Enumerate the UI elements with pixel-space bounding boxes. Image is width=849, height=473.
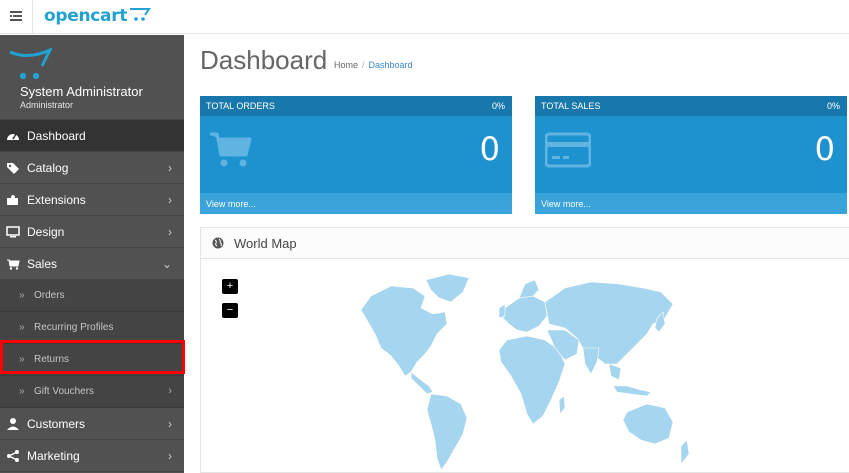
- zoom-out-button[interactable]: −: [222, 303, 238, 318]
- sidebar-item-label: Sales: [27, 257, 58, 271]
- user-icon: [7, 418, 19, 430]
- map-region-southeast-asia: [608, 363, 622, 381]
- tile-title: TOTAL SALES: [541, 101, 601, 111]
- chevron-right-icon: ›: [168, 417, 172, 431]
- sidebar-item-design[interactable]: Design ›: [0, 216, 184, 248]
- globe-icon: [212, 237, 224, 249]
- profile-role: Administrator: [20, 100, 74, 110]
- credit-card-icon: [545, 132, 591, 168]
- panel-heading: World Map: [201, 228, 849, 259]
- opencart-logo[interactable]: opencart: [44, 4, 152, 28]
- breadcrumb-home-link[interactable]: Home: [334, 60, 358, 70]
- sidebar-item-extensions[interactable]: Extensions ›: [0, 184, 184, 216]
- chevron-right-icon: ›: [168, 161, 172, 175]
- sidebar-subitem-gift-vouchers[interactable]: » Gift Vouchers ›: [0, 376, 184, 408]
- map-region-uk: [498, 303, 506, 319]
- sidebar-subitem-label: Orders: [34, 290, 65, 301]
- sidebar-item-label: Customers: [27, 417, 86, 431]
- tags-icon: [7, 163, 19, 174]
- tile-percent: 0%: [826, 101, 840, 111]
- sidebar-subitem-label: Recurring Profiles: [34, 322, 114, 333]
- sidebar-item-dashboard[interactable]: Dashboard: [0, 120, 184, 152]
- double-angle-right-icon: »: [19, 290, 25, 301]
- sidebar-item-marketing[interactable]: Marketing ›: [0, 440, 184, 472]
- map-region-africa: [498, 335, 566, 425]
- map-region-south-america: [426, 393, 468, 471]
- sidebar-item-label: Extensions: [27, 193, 86, 207]
- double-angle-right-icon: »: [19, 386, 25, 397]
- chevron-right-icon: ›: [168, 385, 172, 397]
- profile-name[interactable]: System Administrator: [20, 84, 143, 99]
- tile-footer: View more...: [200, 193, 512, 214]
- double-angle-right-icon: »: [19, 322, 25, 333]
- map-region-india: [582, 347, 600, 375]
- menu-icon: [10, 11, 22, 21]
- dashboard-icon: [7, 133, 19, 140]
- cart-logo-icon: [130, 8, 152, 21]
- sidebar-item-label: Design: [27, 225, 65, 239]
- tile-value: 0: [479, 130, 500, 168]
- view-more-link[interactable]: View more...: [541, 199, 591, 209]
- map-region-north-america: [360, 285, 448, 377]
- puzzle-icon: [7, 195, 18, 205]
- tile-value: 0: [814, 130, 835, 168]
- sidebar-item-customers[interactable]: Customers ›: [0, 408, 184, 440]
- desktop-icon: [6, 226, 20, 238]
- sidebar-item-catalog[interactable]: Catalog ›: [0, 152, 184, 184]
- breadcrumb: Home / Dashboard: [334, 60, 413, 70]
- shopping-cart-icon: [210, 132, 252, 167]
- chevron-right-icon: ›: [168, 449, 172, 463]
- breadcrumb-separator: /: [362, 60, 365, 70]
- zoom-in-button[interactable]: +: [222, 279, 238, 294]
- tile-title: TOTAL ORDERS: [206, 101, 275, 111]
- share-icon: [7, 450, 19, 462]
- view-more-link[interactable]: View more...: [206, 199, 256, 209]
- menu-toggle-button[interactable]: [0, 0, 33, 34]
- logo-text: opencart: [44, 6, 128, 26]
- user-profile: System Administrator Administrator: [0, 35, 184, 120]
- panel-title: World Map: [234, 236, 297, 251]
- map-region-new-zealand: [680, 439, 690, 465]
- sidebar-item-label: Catalog: [27, 161, 69, 175]
- chevron-right-icon: ›: [168, 225, 172, 239]
- sidebar-item-sales[interactable]: Sales ⌄: [0, 248, 184, 280]
- map-region-australia: [622, 403, 674, 445]
- sidebar-subitem-recurring-profiles[interactable]: » Recurring Profiles: [0, 312, 184, 344]
- map-region-scandinavia: [518, 279, 540, 299]
- chevron-right-icon: ›: [168, 193, 172, 207]
- opencart-cart-icon: [9, 47, 52, 80]
- sidebar: System Administrator Administrator Dashb…: [0, 35, 184, 473]
- sidebar-subitem-orders[interactable]: » Orders: [0, 280, 184, 312]
- sidebar-subitem-label: Gift Vouchers: [34, 386, 95, 397]
- tile-header: TOTAL ORDERS 0%: [200, 96, 512, 116]
- map-region-central-america: [410, 371, 434, 395]
- sidebar-item-label: Marketing: [27, 449, 80, 463]
- shopping-cart-icon: [7, 259, 20, 270]
- tile-percent: 0%: [491, 101, 505, 111]
- map-region-madagascar: [558, 395, 566, 415]
- breadcrumb-current-link[interactable]: Dashboard: [369, 60, 413, 70]
- page-title: Dashboard: [200, 45, 328, 75]
- chevron-down-icon: ⌄: [161, 257, 172, 271]
- world-map[interactable]: [351, 268, 691, 473]
- sidebar-subitem-returns[interactable]: » Returns: [0, 344, 184, 376]
- tile-header: TOTAL SALES 0%: [535, 96, 847, 116]
- sidebar-subitem-label: Returns: [34, 354, 70, 365]
- map-region-greenland: [425, 273, 470, 303]
- total-orders-tile: TOTAL ORDERS 0% 0 View more...: [200, 96, 512, 214]
- world-map-panel: World Map + −: [200, 227, 849, 473]
- map-region-europe: [502, 295, 548, 333]
- total-sales-tile: TOTAL SALES 0% 0 View more...: [535, 96, 847, 214]
- map-region-indonesia: [612, 385, 652, 397]
- tile-footer: View more...: [535, 193, 847, 214]
- double-angle-right-icon: »: [19, 354, 25, 365]
- top-header: opencart: [0, 0, 849, 34]
- sidebar-item-label: Dashboard: [27, 129, 86, 143]
